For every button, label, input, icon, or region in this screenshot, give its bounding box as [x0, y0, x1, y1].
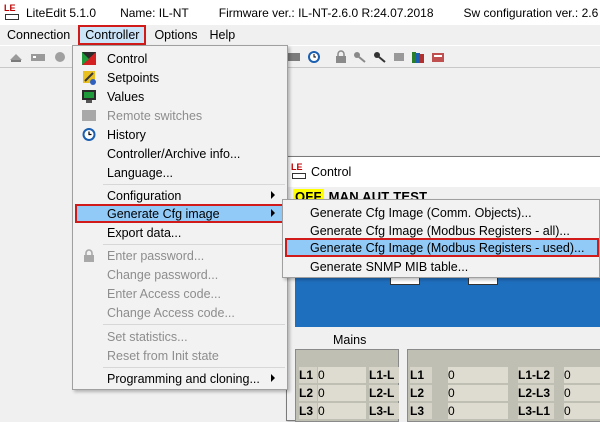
lock-toolbar-icon[interactable]	[333, 50, 349, 64]
control-window-title: Control	[311, 165, 352, 179]
title-bar: LE LiteEdit 5.1.0 Name: IL-NT Firmware v…	[0, 0, 600, 25]
control-window-titlebar[interactable]: LE Control	[287, 157, 600, 187]
mains-l1-value: 0	[318, 367, 366, 383]
submenu-item-cfg-modbus-used[interactable]: Generate Cfg Image (Modbus Registers - u…	[285, 238, 599, 257]
open-connection-icon[interactable]	[8, 50, 24, 64]
menu-item-set-statistics[interactable]: Set statistics...	[75, 327, 285, 346]
menu-item-language[interactable]: Language...	[75, 163, 285, 182]
clock-icon[interactable]	[306, 50, 322, 64]
menu-item-values[interactable]: Values	[75, 87, 285, 106]
mains-l2-label: L2	[299, 385, 317, 401]
archive-books-icon[interactable]	[430, 50, 446, 64]
disconnect-icon[interactable]	[52, 50, 68, 64]
gen-l2-label: L2	[410, 385, 432, 401]
controller-menu: Control Setpoints Values Remote switches…	[72, 45, 288, 390]
gen-l3-value: 0	[448, 403, 508, 419]
app-title: LiteEdit 5.1.0	[26, 5, 97, 20]
mains-l1-label: L1	[299, 367, 317, 383]
history-icon	[82, 128, 96, 141]
menu-item-setpoints[interactable]: Setpoints	[75, 68, 285, 87]
submenu-arrow-icon	[271, 374, 275, 382]
device-name: Name: IL-NT	[120, 5, 189, 20]
menu-item-control[interactable]: Control	[75, 49, 285, 68]
mains-l1l-label: L1-L	[369, 367, 399, 383]
menu-item-enter-access-code[interactable]: Enter Access code...	[75, 284, 285, 303]
mains-l3-label: L3	[299, 403, 317, 419]
gen-l1-label: L1	[410, 367, 432, 383]
menu-item-configuration[interactable]: Configuration	[75, 186, 285, 205]
menu-item-history[interactable]: History	[75, 125, 285, 144]
menu-separator	[103, 244, 285, 245]
mains-l2-value: 0	[318, 385, 366, 401]
menu-options[interactable]: Options	[148, 26, 203, 44]
books-icon[interactable]	[410, 50, 426, 64]
mains-l2l-label: L2-L	[369, 385, 399, 401]
submenu-item-snmp-mib-table[interactable]: Generate SNMP MIB table...	[285, 257, 599, 276]
mains-l3-value: 0	[318, 403, 366, 419]
settings-tool-icon[interactable]	[391, 50, 407, 64]
menu-item-remote-switches[interactable]: Remote switches	[75, 106, 285, 125]
printer-icon[interactable]	[286, 50, 302, 64]
menu-help[interactable]: Help	[204, 26, 242, 44]
menu-separator	[103, 184, 285, 185]
generate-cfg-submenu: Generate Cfg Image (Comm. Objects)... Ge…	[282, 199, 600, 278]
control-icon	[82, 52, 96, 65]
mains-label: Mains	[333, 333, 367, 347]
gen-l3l1-value: 0	[564, 403, 600, 419]
gen-l1l2-label: L1-L2	[518, 367, 554, 383]
menu-item-change-access-code[interactable]: Change Access code...	[75, 303, 285, 322]
gen-l1l2-value: 0	[564, 367, 600, 383]
menu-item-change-password[interactable]: Change password...	[75, 265, 285, 284]
menu-controller[interactable]: Controller	[78, 25, 147, 45]
measurement-area: Mains L1 0 L1-L L2 0 L2-L L3 0 L3-L L1 0…	[295, 333, 600, 422]
liteedit-app-icon: LE	[4, 3, 20, 21]
menu-separator	[103, 367, 285, 368]
gen-l3-label: L3	[410, 403, 432, 419]
submenu-item-cfg-comm-objects[interactable]: Generate Cfg Image (Comm. Objects)...	[285, 203, 599, 222]
gen-l2-value: 0	[448, 385, 508, 401]
menu-item-programming-cloning[interactable]: Programming and cloning...	[75, 369, 285, 388]
menu-separator	[103, 324, 285, 325]
submenu-arrow-icon	[271, 209, 275, 217]
modem-icon[interactable]	[30, 50, 46, 64]
remote-switches-icon	[82, 110, 96, 121]
gen-l2l3-value: 0	[564, 385, 600, 401]
menu-item-reset-init-state[interactable]: Reset from Init state	[75, 346, 285, 365]
mains-values-grid: L1 0 L1-L L2 0 L2-L L3 0 L3-L	[295, 349, 399, 422]
mains-l3l-label: L3-L	[369, 403, 399, 419]
gen-l1-value: 0	[448, 367, 508, 383]
gen-l2l3-label: L2-L3	[518, 385, 554, 401]
menu-item-export-data[interactable]: Export data...	[75, 223, 285, 242]
control-window[interactable]: LE Control OFF MAN AUT TEST I/O I/O G Ma…	[286, 156, 600, 422]
key-icon[interactable]	[372, 50, 388, 64]
menu-item-controller-archive-info[interactable]: Controller/Archive info...	[75, 144, 285, 163]
menu-item-generate-cfg-image[interactable]: Generate Cfg image	[75, 204, 285, 223]
setpoints-icon	[83, 71, 96, 85]
menu-item-enter-password[interactable]: Enter password...	[75, 246, 285, 265]
firmware-version: Firmware ver.: IL-NT-2.6.0 R:24.07.2018	[218, 5, 434, 20]
menu-bar: Connection Controller Options Help	[0, 25, 600, 45]
generator-values-grid: L1 0 L1-L2 0 L2 0 L2-L3 0 L3 0 L3-L1 0	[407, 349, 600, 422]
key-change-icon[interactable]	[352, 50, 368, 64]
submenu-arrow-icon	[271, 191, 275, 199]
sw-config-version: Sw configuration ver.: 2.6	[463, 5, 599, 20]
control-window-icon: LE	[291, 163, 307, 180]
menu-connection[interactable]: Connection	[1, 26, 76, 44]
values-icon	[82, 90, 96, 103]
lock-icon	[84, 249, 94, 262]
gen-l3l1-label: L3-L1	[518, 403, 554, 419]
